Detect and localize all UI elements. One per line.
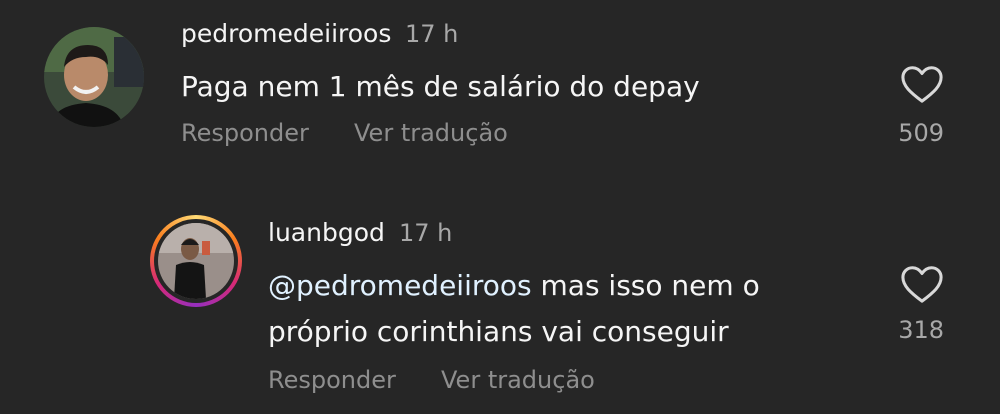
comment-username[interactable]: pedromedeiiroos [181,19,391,48]
like-count: 509 [898,119,944,147]
comment-text: @pedromedeiiroos mas isso nem o [268,262,760,309]
comment-text: Paga nem 1 mês de salário do depay [181,70,700,103]
like-count: 318 [898,316,944,344]
comment-text-line-2: próprio corinthians vai conseguir [268,315,729,348]
comment-text-line-1: mas isso nem o [531,269,760,302]
comment-2: luanbgod 17 h @pedromedeiiroos mas isso … [0,200,1000,414]
reply-button[interactable]: Responder [181,119,309,147]
like-heart-icon[interactable] [899,262,945,308]
translate-button[interactable]: Ver tradução [441,366,595,394]
comments-screen: pedromedeiiroos 17 h Paga nem 1 mês de s… [0,0,1000,414]
comment-timestamp: 17 h [405,20,459,48]
mention-link[interactable]: @pedromedeiiroos [268,269,532,302]
comment-username[interactable]: luanbgod [268,218,385,247]
avatar[interactable] [44,27,144,127]
translate-button[interactable]: Ver tradução [354,119,508,147]
like-heart-icon[interactable] [899,62,945,108]
comment-timestamp: 17 h [399,219,453,247]
reply-button[interactable]: Responder [268,366,396,394]
avatar[interactable] [158,223,234,299]
comment-1: pedromedeiiroos 17 h Paga nem 1 mês de s… [0,0,1000,170]
